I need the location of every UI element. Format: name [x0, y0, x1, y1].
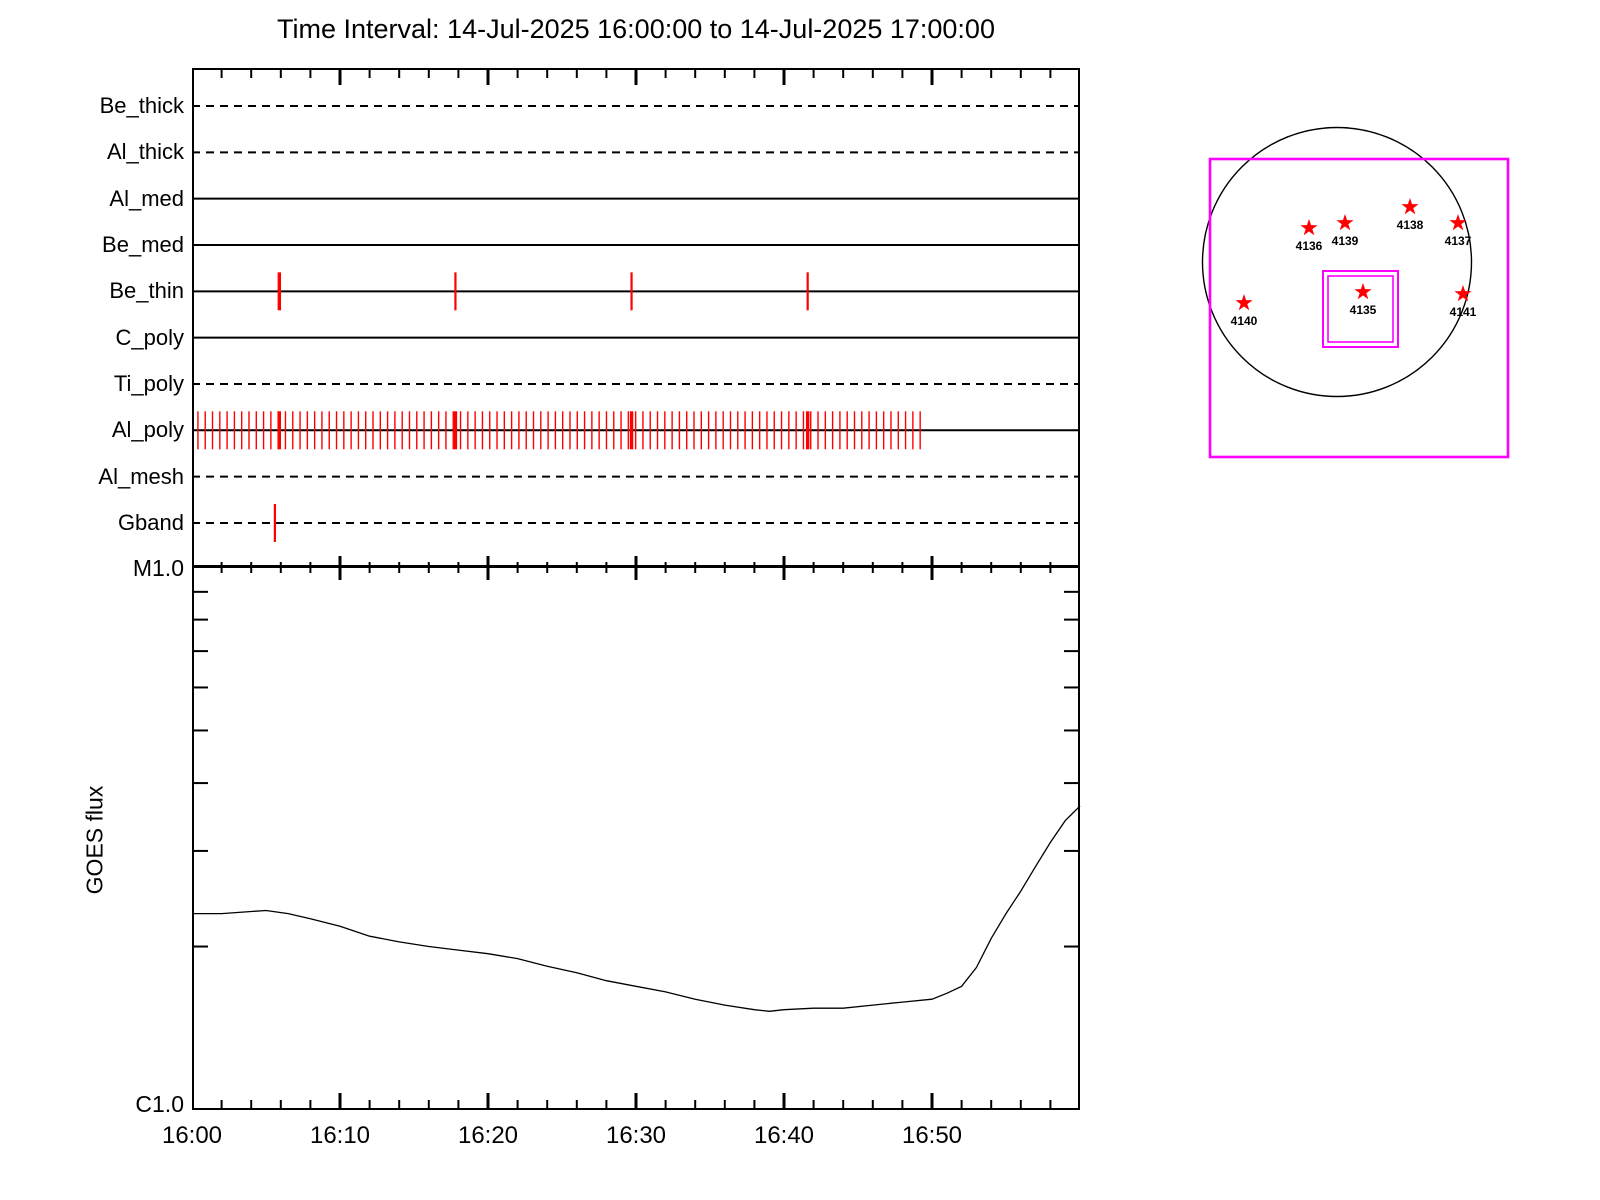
active-region-star-4135 [1354, 283, 1372, 300]
active-region-star-4139 [1336, 214, 1354, 231]
active-region-label-4135: 4135 [1350, 303, 1377, 317]
active-region-label-4136: 4136 [1296, 239, 1323, 253]
solar-limb-circle [1201, 126, 1473, 398]
active-region-label-4137: 4137 [1445, 234, 1472, 248]
timeline-and-goes-plot [192, 68, 1081, 1110]
goes-axis-title: GOES flux [81, 785, 108, 895]
time-axis-label-1600: 16:00 [161, 1122, 223, 1149]
filter-label-al_med: Al_med [109, 185, 184, 211]
time-axis-label-1630: 16:30 [605, 1122, 667, 1149]
filter-label-be_med: Be_med [102, 231, 184, 257]
goes-flux-curve [192, 805, 1081, 1012]
filter-label-ti_poly: Ti_poly [113, 370, 184, 396]
filter-label-be_thick: Be_thick [99, 93, 184, 118]
time-axis-label-1640: 16:40 [753, 1122, 815, 1149]
active-region-star-4140 [1235, 294, 1253, 311]
filter-label-al_mesh: Al_mesh [98, 463, 184, 489]
time-axis-label-1650: 16:50 [901, 1122, 963, 1149]
goes-axis-max-label: M1.0 [132, 555, 184, 581]
active-region-star-4138 [1401, 198, 1419, 215]
filter-label-c_poly: C_poly [115, 324, 184, 350]
filter-label-al_thick: Al_thick [106, 139, 184, 165]
time-axis-label-1620: 16:20 [457, 1122, 519, 1149]
active-region-label-4138: 4138 [1397, 218, 1424, 232]
active-region-label-4140: 4140 [1231, 314, 1258, 328]
goes-panel-border [192, 566, 1080, 1110]
timeline-panel-border [192, 68, 1080, 567]
filter-label-be_thin: Be_thin [109, 278, 184, 304]
solar-disk-map: 4136 4139 4138 4137 4135 4141 4140 [1201, 126, 1510, 459]
plot-title: Time Interval: 14-Jul-2025 16:00:00 to 1… [277, 14, 995, 44]
filter-label-gband: Gband [117, 509, 184, 535]
active-region-star-4136 [1300, 219, 1318, 236]
filter-label-al_poly: Al_poly [111, 417, 184, 443]
goes-axis-min-label: C1.0 [135, 1091, 184, 1117]
active-region-label-4139: 4139 [1332, 234, 1359, 248]
time-axis-label-1610: 16:10 [309, 1122, 371, 1149]
active-region-label-4141: 4141 [1450, 305, 1477, 319]
xrt-timeline-screenshot: Time Interval: 14-Jul-2025 16:00:00 to 1… [0, 0, 1600, 1200]
